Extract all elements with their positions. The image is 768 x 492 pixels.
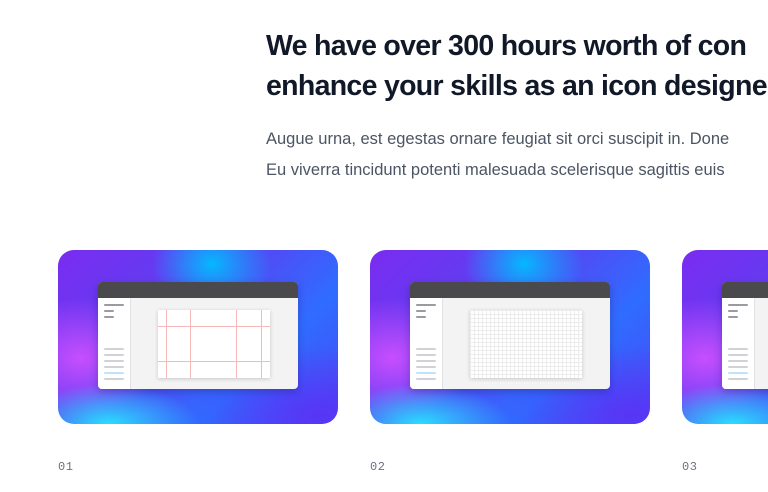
- card-number: 02: [370, 460, 386, 474]
- heading-line-2: enhance your skills as an icon designe: [266, 70, 768, 102]
- sidebar-line: [416, 378, 436, 380]
- app-window-illustration: [98, 282, 298, 389]
- sidebar-line: [104, 310, 114, 312]
- sidebar-line: [416, 372, 436, 374]
- sidebar-line: [104, 354, 124, 356]
- app-window-illustration: [722, 282, 768, 389]
- app-titlebar: [98, 282, 298, 298]
- sidebar-line: [416, 366, 436, 368]
- heading-line-1: We have over 300 hours worth of con: [266, 30, 747, 62]
- section-description: Augue urna, est egestas ornare feugiat s…: [266, 124, 768, 186]
- sidebar-line: [728, 378, 748, 380]
- sidebar-line: [416, 354, 436, 356]
- sidebar-line: [104, 316, 114, 318]
- sidebar-line: [728, 310, 738, 312]
- section-heading: We have over 300 hours worth of con enha…: [266, 26, 768, 106]
- sidebar-line: [416, 316, 426, 318]
- sidebar-line: [728, 348, 748, 350]
- course-card-03[interactable]: [682, 250, 768, 424]
- card-number: 01: [58, 460, 74, 474]
- guide-line: [166, 310, 167, 378]
- guide-line: [236, 310, 237, 378]
- artboard-with-guides: [158, 310, 270, 378]
- app-sidebar: [98, 298, 131, 389]
- sidebar-line: [416, 348, 436, 350]
- course-card-01[interactable]: [58, 250, 338, 424]
- app-sidebar: [410, 298, 443, 389]
- sidebar-line: [728, 372, 748, 374]
- sidebar-line: [416, 360, 436, 362]
- app-titlebar: [410, 282, 610, 298]
- sidebar-line: [728, 316, 738, 318]
- app-titlebar: [722, 282, 768, 298]
- sidebar-line: [728, 304, 748, 306]
- guide-line: [190, 310, 191, 378]
- sidebar-line: [416, 304, 436, 306]
- sidebar-line: [104, 348, 124, 350]
- guide-line: [158, 326, 270, 327]
- artboard-with-pixel-grid: [470, 310, 582, 378]
- guide-line: [158, 361, 270, 362]
- description-line-2: Eu viverra tincidunt potenti malesuada s…: [266, 161, 725, 179]
- card-number: 03: [682, 460, 698, 474]
- page: We have over 300 hours worth of con enha…: [0, 0, 768, 492]
- sidebar-line: [728, 354, 748, 356]
- sidebar-line: [104, 378, 124, 380]
- app-sidebar: [722, 298, 755, 389]
- sidebar-line: [104, 372, 124, 374]
- app-window-illustration: [410, 282, 610, 389]
- course-card-02[interactable]: [370, 250, 650, 424]
- guide-line: [261, 310, 262, 378]
- sidebar-line: [416, 310, 426, 312]
- sidebar-line: [104, 366, 124, 368]
- sidebar-line: [104, 304, 124, 306]
- sidebar-line: [728, 366, 748, 368]
- description-line-1: Augue urna, est egestas ornare feugiat s…: [266, 130, 730, 148]
- sidebar-line: [728, 360, 748, 362]
- sidebar-line: [104, 360, 124, 362]
